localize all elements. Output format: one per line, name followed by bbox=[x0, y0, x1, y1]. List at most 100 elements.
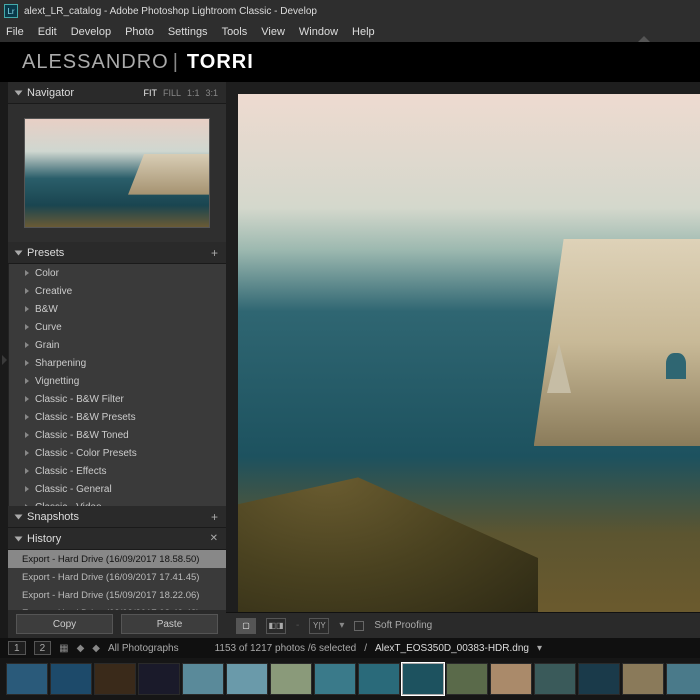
preset-label: Classic - Effects bbox=[35, 466, 107, 477]
preset-label: Classic - B&W Presets bbox=[35, 412, 136, 423]
preset-label: Classic - B&W Toned bbox=[35, 430, 129, 441]
preset-folder[interactable]: Classic - Effects bbox=[8, 462, 226, 480]
menu-photo[interactable]: Photo bbox=[125, 26, 154, 38]
filmstrip-thumb[interactable] bbox=[50, 663, 92, 695]
history-step[interactable]: Export - Hard Drive (16/09/2017 18.58.50… bbox=[8, 550, 226, 568]
page-2[interactable]: 2 bbox=[34, 641, 52, 655]
preset-label: Vignetting bbox=[35, 376, 79, 387]
navigator-preview[interactable] bbox=[8, 104, 226, 242]
presets-header[interactable]: Presets + bbox=[8, 242, 226, 264]
menu-tools[interactable]: Tools bbox=[222, 26, 248, 38]
filmstrip-thumb[interactable] bbox=[314, 663, 356, 695]
photo-count: 1153 of 1217 photos /6 selected bbox=[215, 643, 357, 654]
brand-last: TORRI bbox=[187, 51, 254, 74]
disclosure-icon bbox=[15, 536, 23, 541]
current-filename[interactable]: AlexT_EOS350D_00383-HDR.dng bbox=[375, 643, 529, 654]
left-panel: Navigator FITFILL1:13:1 Presets + ColorC… bbox=[8, 82, 226, 638]
preset-folder[interactable]: Classic - General bbox=[8, 480, 226, 498]
filmstrip-thumb[interactable] bbox=[182, 663, 224, 695]
preset-label: Classic - General bbox=[35, 484, 112, 495]
filmstrip-thumb[interactable] bbox=[534, 663, 576, 695]
menu-view[interactable]: View bbox=[261, 26, 285, 38]
navzoom-1:1[interactable]: 1:1 bbox=[187, 88, 200, 98]
filmstrip-thumb[interactable] bbox=[94, 663, 136, 695]
filmstrip-thumb[interactable] bbox=[358, 663, 400, 695]
filmstrip-thumb[interactable] bbox=[226, 663, 268, 695]
before-after-tb-button[interactable]: Y|Y bbox=[309, 618, 329, 634]
prev-icon[interactable]: ◆ bbox=[77, 643, 85, 654]
window-title: alext_LR_catalog - Adobe Photoshop Light… bbox=[24, 6, 317, 17]
loupe-view-button[interactable]: ▢ bbox=[236, 618, 256, 634]
filmstrip-thumb[interactable] bbox=[490, 663, 532, 695]
history-header[interactable]: History ✕ bbox=[8, 528, 226, 550]
presets-list: ColorCreative B&W Curve Grain Sharpening Vign… bbox=[8, 264, 226, 506]
preset-folder[interactable]: Classic - Video bbox=[8, 498, 226, 506]
preset-folder[interactable]: Vignetting bbox=[8, 372, 226, 390]
navzoom-fill[interactable]: FILL bbox=[163, 88, 181, 98]
menubar: File Edit Develop Photo Settings Tools View Win… bbox=[0, 22, 700, 42]
source-label[interactable]: All Photographs bbox=[108, 643, 179, 654]
preset-folder[interactable]: Color bbox=[8, 264, 226, 282]
menu-edit[interactable]: Edit bbox=[38, 26, 57, 38]
preset-folder[interactable]: Curve bbox=[8, 318, 226, 336]
panel-collapse-arrow[interactable] bbox=[638, 36, 650, 42]
add-icon[interactable]: + bbox=[211, 510, 218, 524]
left-collapse-strip[interactable] bbox=[0, 82, 8, 638]
view-toolbar: ▢ ◧◨ - Y|Y ▾ Soft Proofing bbox=[226, 612, 700, 638]
filmstrip-thumb[interactable] bbox=[138, 663, 180, 695]
preset-folder[interactable]: Classic - B&W Filter bbox=[8, 390, 226, 408]
clear-icon[interactable]: ✕ bbox=[210, 533, 218, 544]
preset-folder[interactable]: B&W bbox=[8, 300, 226, 318]
snapshots-header[interactable]: Snapshots + bbox=[8, 506, 226, 528]
navigator-header[interactable]: Navigator FITFILL1:13:1 bbox=[8, 82, 226, 104]
filmstrip-thumb[interactable] bbox=[622, 663, 664, 695]
grid-icon[interactable]: ▦ bbox=[59, 643, 68, 654]
main-image[interactable] bbox=[238, 94, 700, 612]
navzoom-fit[interactable]: FIT bbox=[143, 88, 157, 98]
preset-folder[interactable]: Sharpening bbox=[8, 354, 226, 372]
preset-label: B&W bbox=[35, 304, 58, 315]
brand-first: ALESSANDRO bbox=[22, 51, 169, 74]
navigator-zoom-opts[interactable]: FIT FILL 1:1 3:1 bbox=[143, 88, 218, 98]
brand-pipe: | bbox=[173, 51, 179, 74]
filmstrip-thumb[interactable] bbox=[270, 663, 312, 695]
page-1[interactable]: 1 bbox=[8, 641, 26, 655]
filmstrip-thumb[interactable] bbox=[6, 663, 48, 695]
soft-proof-checkbox[interactable] bbox=[354, 621, 364, 631]
preset-folder[interactable]: Classic - B&W Presets bbox=[8, 408, 226, 426]
main-view: ▢ ◧◨ - Y|Y ▾ Soft Proofing bbox=[226, 82, 700, 638]
dropdown-icon[interactable]: ▾ bbox=[339, 620, 344, 631]
copy-button[interactable]: Copy bbox=[16, 614, 113, 634]
menu-settings[interactable]: Settings bbox=[168, 26, 208, 38]
preset-folder[interactable]: Classic - Color Presets bbox=[8, 444, 226, 462]
filmstrip[interactable] bbox=[0, 658, 700, 700]
history-step[interactable]: Export - Hard Drive (16/09/2017 17.41.45… bbox=[8, 568, 226, 586]
preset-folder[interactable]: Creative bbox=[8, 282, 226, 300]
copy-paste-row: Copy Paste bbox=[8, 610, 226, 638]
filmstrip-thumb[interactable] bbox=[578, 663, 620, 695]
dropdown-icon[interactable]: ▾ bbox=[537, 643, 542, 654]
history-step[interactable]: Export - Hard Drive (15/09/2017 18.22.06… bbox=[8, 586, 226, 604]
disclosure-icon bbox=[15, 90, 23, 95]
menu-window[interactable]: Window bbox=[299, 26, 338, 38]
preset-label: Grain bbox=[35, 340, 59, 351]
next-icon[interactable]: ◆ bbox=[92, 643, 100, 654]
add-icon[interactable]: + bbox=[211, 246, 218, 260]
content: Navigator FITFILL1:13:1 Presets + ColorC… bbox=[0, 82, 700, 638]
filmstrip-thumb[interactable] bbox=[402, 663, 444, 695]
filmstrip-thumb[interactable] bbox=[446, 663, 488, 695]
disclosure-icon bbox=[15, 514, 23, 519]
preset-folder[interactable]: Classic - B&W Toned bbox=[8, 426, 226, 444]
preset-folder[interactable]: Grain bbox=[8, 336, 226, 354]
filmstrip-header: 1 2 ▦ ◆ ◆ All Photographs 1153 of 1217 p… bbox=[0, 638, 700, 658]
navzoom-3:1[interactable]: 3:1 bbox=[205, 88, 218, 98]
preset-label: Curve bbox=[35, 322, 62, 333]
soft-proof-label: Soft Proofing bbox=[374, 620, 432, 631]
menu-develop[interactable]: Develop bbox=[71, 26, 111, 38]
menu-file[interactable]: File bbox=[6, 26, 24, 38]
before-after-lr-button[interactable]: ◧◨ bbox=[266, 618, 286, 634]
menu-help[interactable]: Help bbox=[352, 26, 375, 38]
filmstrip-thumb[interactable] bbox=[666, 663, 700, 695]
paste-button[interactable]: Paste bbox=[121, 614, 218, 634]
history-list: Export - Hard Drive (16/09/2017 18.58.50… bbox=[8, 550, 226, 610]
